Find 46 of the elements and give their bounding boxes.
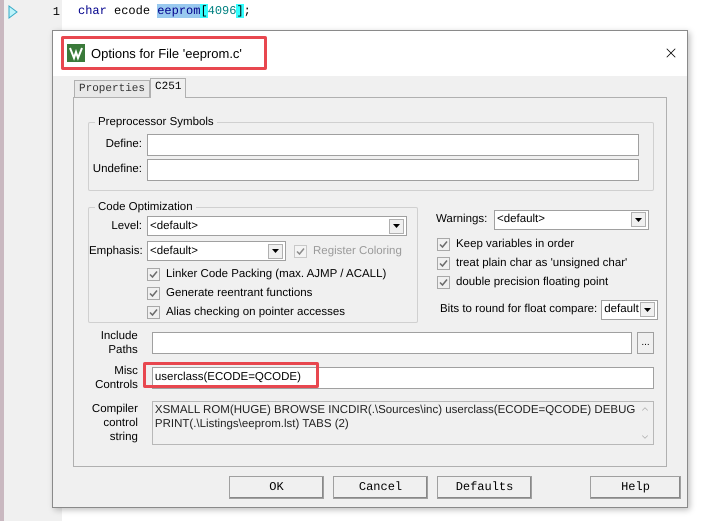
window-title: Options for File 'eeprom.c' [91, 44, 242, 63]
checkbox-label: Keep variables in order [456, 236, 574, 252]
checkbox[interactable] [147, 268, 160, 282]
warnings-dropdown[interactable]: <default> [494, 210, 649, 230]
field-label: Misc Controls [94, 364, 139, 392]
field-label: Level: [110, 218, 143, 234]
checkbox-label: Generate reentrant functions [166, 286, 312, 302]
checkbox[interactable] [437, 256, 450, 270]
checkbox-label: Linker Code Packing (max. AJMP / ACALL) [166, 267, 386, 282]
app-logo-icon [67, 44, 85, 62]
checkbox[interactable] [437, 276, 450, 289]
field-label: Define: [104, 137, 143, 152]
dialog-button[interactable]: OK [229, 476, 324, 499]
browse-button[interactable]: ... [637, 332, 654, 354]
dialog-button[interactable]: Defaults [437, 476, 532, 499]
field-label: Undefine: [92, 162, 143, 178]
emphasis-dropdown[interactable]: <default> [147, 241, 286, 262]
text-field[interactable] [147, 158, 639, 181]
field-label: Include Paths [100, 328, 139, 357]
checkbox[interactable] [147, 287, 160, 300]
dialog-button[interactable]: Cancel [333, 476, 428, 499]
level-dropdown[interactable]: <default> [147, 216, 407, 236]
group-title: Preprocessor Symbols [97, 114, 215, 130]
include-paths-field[interactable] [152, 332, 632, 354]
float-compare-dropdown[interactable]: default [601, 300, 658, 320]
checkmark-icon [296, 246, 305, 256]
field-label: Emphasis: [89, 244, 144, 259]
field-label: Bits to round for float compare: [440, 302, 598, 318]
checkbox-label: Register Coloring [313, 244, 402, 259]
checkbox-label: treat plain char as 'unsigned char' [456, 256, 628, 271]
misc-controls-field[interactable]: userclass(ECODE=QCODE) [152, 366, 654, 389]
text-field[interactable] [147, 134, 639, 156]
current-line-marker-icon [8, 5, 18, 19]
line-number: 1 [52, 4, 60, 21]
checkbox-label: Alias checking on pointer accesses [166, 305, 345, 320]
tab[interactable]: C251 [150, 78, 186, 98]
dialog-button[interactable]: Help [590, 476, 681, 499]
code-line: char ecode eeprom[4096]; [78, 3, 252, 20]
field-label: Warnings: [435, 212, 488, 228]
tab[interactable]: Properties [74, 80, 150, 97]
field-label: Compiler control string [90, 402, 139, 444]
checkbox-label: double precision floating point [456, 274, 608, 290]
group-title: Code Optimization [97, 200, 194, 215]
checkbox[interactable] [437, 238, 450, 251]
checkbox[interactable] [147, 306, 160, 320]
compiler-control-text: XSMALL ROM(HUGE) BROWSE INCDIR(.\Sources\inc) userclass(ECODE=QCODE) DEBUG PRINT(.\Listings\eeprom.lst) TABS (2) [154, 402, 636, 432]
